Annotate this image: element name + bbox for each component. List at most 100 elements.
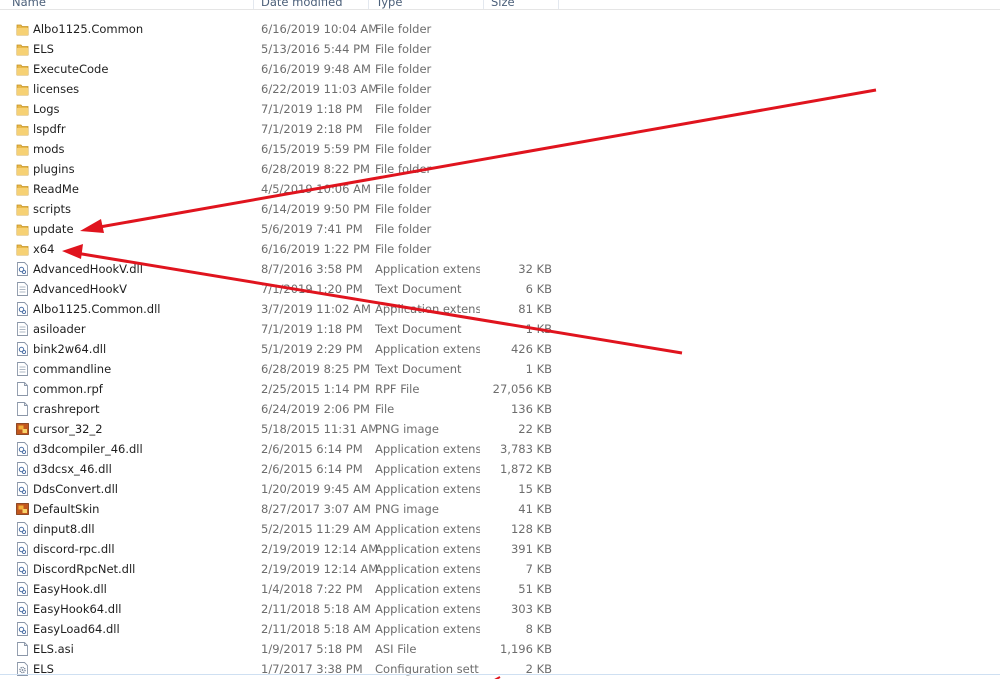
- file-name: update: [33, 222, 74, 236]
- file-row[interactable]: scripts 6/14/2019 9:50 PM File folder: [0, 199, 1000, 219]
- file-row[interactable]: EasyHook.dll 1/4/2018 7:22 PM Application …: [0, 579, 1000, 599]
- file-row[interactable]: update 5/6/2019 7:41 PM File folder: [0, 219, 1000, 239]
- file-date-modified: 6/28/2019 8:22 PM: [261, 162, 370, 176]
- file-type: File folder: [375, 142, 432, 156]
- file-size: 7 KB: [525, 562, 552, 576]
- file-type: Application extens...: [375, 542, 480, 556]
- file-row[interactable]: dinput8.dll 5/2/2015 11:29 AM Application …: [0, 519, 1000, 539]
- file-type: Application extens...: [375, 622, 480, 636]
- file-row[interactable]: DdsConvert.dll 1/20/2019 9:45 AM Applicati…: [0, 479, 1000, 499]
- file-row[interactable]: DiscordRpcNet.dll 2/19/2019 12:14 AM Appli…: [0, 559, 1000, 579]
- folder-icon: [16, 22, 29, 36]
- file-date-modified: 6/16/2019 10:04 AM: [261, 22, 379, 36]
- file-size: 2 KB: [525, 662, 552, 676]
- file-date-modified: 7/1/2019 1:18 PM: [261, 322, 363, 336]
- column-header-date-modified[interactable]: Date modified: [257, 0, 343, 9]
- file-row[interactable]: Albo1125.Common.dll 3/7/2019 11:02 AM Appl…: [0, 299, 1000, 319]
- file-name: Logs: [33, 102, 60, 116]
- file-date-modified: 7/1/2019 1:20 PM: [261, 282, 363, 296]
- column-divider[interactable]: [253, 0, 254, 9]
- status-divider: [0, 674, 1000, 675]
- file-row[interactable]: AdvancedHookV 7/1/2019 1:20 PM Text Docume…: [0, 279, 1000, 299]
- file-name: licenses: [33, 82, 80, 96]
- file-name: common.rpf: [33, 382, 103, 396]
- file-date-modified: 2/25/2015 1:14 PM: [261, 382, 370, 396]
- file-row[interactable]: d3dcompiler_46.dll 2/6/2015 6:14 PM Applic…: [0, 439, 1000, 459]
- file-row[interactable]: cursor_32_2 5/18/2015 11:31 AM PNG image 22…: [0, 419, 1000, 439]
- file-name: cursor_32_2: [33, 422, 103, 436]
- file-date-modified: 8/7/2016 3:58 PM: [261, 262, 363, 276]
- folder-icon: [16, 142, 29, 156]
- file-date-modified: 5/6/2019 7:41 PM: [261, 222, 363, 236]
- dll-icon: [16, 442, 29, 456]
- file-row[interactable]: ELS.asi 1/9/2017 5:18 PM ASI File 1,196 KB: [0, 639, 1000, 659]
- file-row[interactable]: lspdfr 7/1/2019 2:18 PM File folder: [0, 119, 1000, 139]
- file-name: asiloader: [33, 322, 86, 336]
- file-row[interactable]: AdvancedHookV.dll 8/7/2016 3:58 PM Applica…: [0, 259, 1000, 279]
- file-type: Application extens...: [375, 462, 480, 476]
- file-name: discord-rpc.dll: [33, 542, 115, 556]
- folder-icon: [16, 82, 29, 96]
- file-type: Application extens...: [375, 302, 480, 316]
- column-divider[interactable]: [483, 0, 484, 9]
- file-type: File folder: [375, 42, 432, 56]
- file-row[interactable]: ELS 1/7/2017 3:38 PM Configuration sett...…: [0, 659, 1000, 679]
- file-name: DefaultSkin: [33, 502, 100, 516]
- file-date-modified: 6/16/2019 9:48 AM: [261, 62, 371, 76]
- file-size: 1,872 KB: [499, 462, 552, 476]
- file-row[interactable]: commandline 6/28/2019 8:25 PM Text Documen…: [0, 359, 1000, 379]
- column-header-bar: Name Date modified Type Size: [0, 0, 1000, 10]
- file-type: File folder: [375, 222, 432, 236]
- file-date-modified: 7/1/2019 2:18 PM: [261, 122, 363, 136]
- file-row[interactable]: x64 6/16/2019 1:22 PM File folder: [0, 239, 1000, 259]
- file-date-modified: 6/28/2019 8:25 PM: [261, 362, 370, 376]
- file-date-modified: 1/7/2017 3:38 PM: [261, 662, 363, 676]
- dll-icon: [16, 462, 29, 476]
- column-header-type[interactable]: Type: [372, 0, 402, 9]
- folder-icon: [16, 222, 29, 236]
- file-row[interactable]: ReadMe 4/5/2019 10:06 AM File folder: [0, 179, 1000, 199]
- file-name: d3dcompiler_46.dll: [33, 442, 143, 456]
- column-header-name[interactable]: Name: [8, 0, 46, 9]
- file-row[interactable]: asiloader 7/1/2019 1:18 PM Text Document 1 …: [0, 319, 1000, 339]
- file-date-modified: 6/16/2019 1:22 PM: [261, 242, 370, 256]
- dll-icon: [16, 582, 29, 596]
- file-type: File folder: [375, 102, 432, 116]
- file-size: 81 KB: [518, 302, 552, 316]
- column-divider[interactable]: [368, 0, 369, 9]
- file-row[interactable]: Logs 7/1/2019 1:18 PM File folder: [0, 99, 1000, 119]
- file-row[interactable]: plugins 6/28/2019 8:22 PM File folder: [0, 159, 1000, 179]
- file-row[interactable]: ELS 5/13/2016 5:44 PM File folder: [0, 39, 1000, 59]
- file-row[interactable]: bink2w64.dll 5/1/2019 2:29 PM Application …: [0, 339, 1000, 359]
- file-size: 6 KB: [525, 282, 552, 296]
- file-row[interactable]: DefaultSkin 8/27/2017 3:07 AM PNG image 41 …: [0, 499, 1000, 519]
- file-type: Configuration sett...: [375, 662, 480, 676]
- file-row[interactable]: Albo1125.Common 6/16/2019 10:04 AM File fo…: [0, 19, 1000, 39]
- file-date-modified: 2/6/2015 6:14 PM: [261, 442, 363, 456]
- folder-icon: [16, 62, 29, 76]
- file-size: 41 KB: [518, 502, 552, 516]
- file-name: ExecuteCode: [33, 62, 109, 76]
- file-row[interactable]: d3dcsx_46.dll 2/6/2015 6:14 PM Application…: [0, 459, 1000, 479]
- file-row[interactable]: EasyHook64.dll 2/11/2018 5:18 AM Applicati…: [0, 599, 1000, 619]
- dll-icon: [16, 522, 29, 536]
- file-name: dinput8.dll: [33, 522, 95, 536]
- file-name: EasyHook.dll: [33, 582, 107, 596]
- file-name: AdvancedHookV.dll: [33, 262, 143, 276]
- column-header-size[interactable]: Size: [487, 0, 515, 9]
- file-row[interactable]: common.rpf 2/25/2015 1:14 PM RPF File 27,05…: [0, 379, 1000, 399]
- file-type: PNG image: [375, 502, 439, 516]
- column-divider[interactable]: [558, 0, 559, 9]
- file-date-modified: 5/2/2015 11:29 AM: [261, 522, 371, 536]
- file-row[interactable]: discord-rpc.dll 2/19/2019 12:14 AM Applica…: [0, 539, 1000, 559]
- file-row[interactable]: ExecuteCode 6/16/2019 9:48 AM File folder: [0, 59, 1000, 79]
- file-name: AdvancedHookV: [33, 282, 128, 296]
- file-size: 8 KB: [525, 622, 552, 636]
- dll-icon: [16, 262, 29, 276]
- file-size: 3,783 KB: [499, 442, 552, 456]
- file-row[interactable]: EasyLoad64.dll 2/11/2018 5:18 AM Applicati…: [0, 619, 1000, 639]
- file-row[interactable]: mods 6/15/2019 5:59 PM File folder: [0, 139, 1000, 159]
- file-row[interactable]: crashreport 6/24/2019 2:06 PM File 136 KB: [0, 399, 1000, 419]
- file-date-modified: 4/5/2019 10:06 AM: [261, 182, 371, 196]
- file-row[interactable]: licenses 6/22/2019 11:03 AM File folder: [0, 79, 1000, 99]
